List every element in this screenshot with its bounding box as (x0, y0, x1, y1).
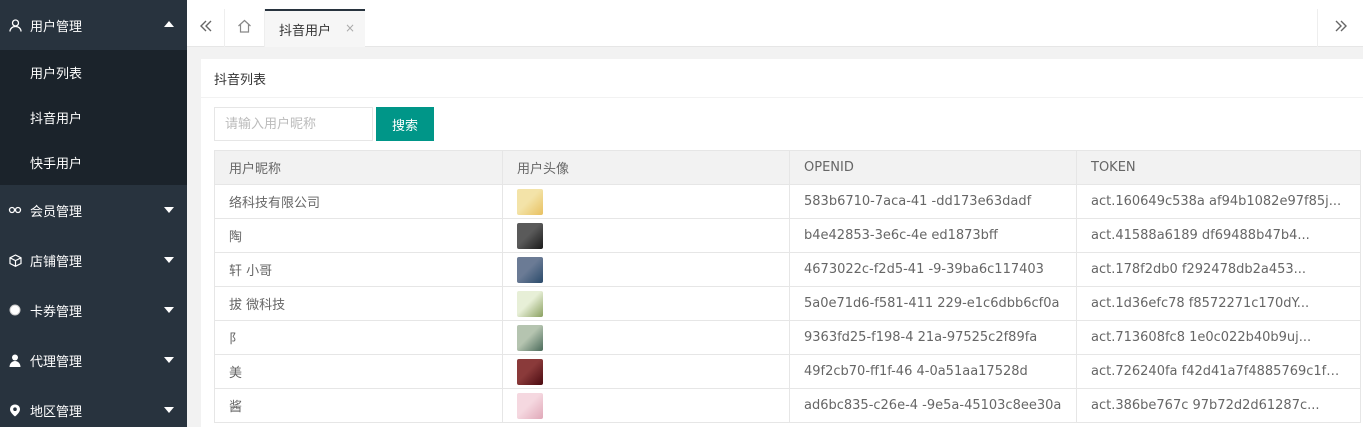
card-title: 抖音列表 (201, 59, 1363, 98)
home-icon (237, 19, 252, 37)
table-row[interactable]: 络科技有限公司 583b6710-7aca-41 -dd173e63dadf act… (214, 184, 1361, 219)
caret-down-icon (164, 307, 174, 313)
nav-group-label: 用户管理 (30, 19, 83, 35)
column-header-openid[interactable]: OPENID (789, 150, 1077, 185)
column-header-avatar[interactable]: 用户头像 (502, 150, 790, 185)
cell-nickname: 络科技有限公司 (214, 184, 503, 219)
cell-nickname: 轩 小哥 (214, 252, 503, 287)
cell-openid: 583b6710-7aca-41 -dd173e63dadf (789, 184, 1077, 219)
column-header-token[interactable]: TOKEN (1076, 150, 1361, 185)
cell-nickname: 美 (214, 354, 503, 389)
table-row[interactable]: 轩 小哥 4673022c-f2d5-41 -9-39ba6c117403 act.… (214, 252, 1361, 287)
nav-group-user-management[interactable]: 用户管理 (0, 0, 187, 50)
cell-nickname: 陶 (214, 218, 503, 253)
cell-avatar (502, 252, 790, 287)
cell-avatar (502, 388, 790, 423)
cell-token: act.178f2db0 f292478db2a453... (1076, 252, 1361, 287)
avatar (517, 188, 543, 215)
table-row[interactable]: 酱 ad6bc835-c26e-4 -9e5a-45103c8ee30a act.3… (214, 388, 1361, 423)
nav-group-member-management[interactable]: 会员管理 (0, 185, 187, 235)
search-button[interactable]: 搜索 (376, 107, 434, 141)
avatar (517, 256, 543, 283)
cell-openid: ad6bc835-c26e-4 -9e5a-45103c8ee30a (789, 388, 1077, 423)
nav-group-label: 卡券管理 (30, 304, 83, 320)
cell-openid: b4e42853-3e6c-4e ed1873bff (789, 218, 1077, 253)
caret-down-icon (164, 207, 174, 213)
douyin-users-table: 用户昵称 用户头像 OPENID TOKEN 络科技有限公司 583b6710-7… (214, 150, 1361, 423)
caret-down-icon (164, 357, 174, 363)
nav-group-agent-management[interactable]: 代理管理 (0, 335, 187, 385)
table-row[interactable]: 陶 b4e42853-3e6c-4e ed1873bff act.41588a618… (214, 218, 1361, 253)
sidebar: 用户管理 用户列表 抖音用户 快手用户 会员管理 店铺管理 卡券管理 代理管理 (0, 0, 187, 427)
nav-group-region-management[interactable]: 地区管理 (0, 385, 187, 427)
cell-token: act.1d36efc78 f8572271c170dY... (1076, 286, 1361, 321)
nickname-search-input[interactable] (214, 107, 373, 141)
cube-icon (8, 253, 22, 267)
cell-token: act.386be767c 97b72d2d61287c... (1076, 388, 1361, 423)
cell-avatar (502, 286, 790, 321)
column-header-nickname[interactable]: 用户昵称 (214, 150, 503, 185)
cell-openid: 5a0e71d6-f581-411 229-e1c6dbb6cf0a (789, 286, 1077, 321)
avatar (517, 358, 543, 385)
user-icon (8, 18, 22, 32)
avatar (517, 290, 543, 317)
cell-token: act.726240fa f42d41a7f4885769c1fU... (1076, 354, 1361, 389)
caret-down-icon (164, 257, 174, 263)
double-chevron-right-icon (1334, 19, 1348, 37)
nav-group-label: 代理管理 (30, 354, 83, 370)
avatar (517, 324, 543, 351)
caret-down-icon (164, 407, 174, 413)
avatar (517, 222, 543, 249)
sidebar-item-kuaishou-users[interactable]: 快手用户 (0, 140, 187, 185)
location-icon (8, 403, 22, 417)
double-chevron-left-icon (199, 19, 213, 37)
cell-avatar (502, 218, 790, 253)
cell-token: act.160649c538a af94b1082e97f85j... (1076, 184, 1361, 219)
cell-token: act.713608fc8 1e0c022b40b9uj... (1076, 320, 1361, 355)
tab-bar: 抖音用户 × (187, 0, 1363, 47)
table-row[interactable]: 美 49f2cb70-ff1f-46 4-0a51aa17528d act.7262… (214, 354, 1361, 389)
cell-openid: 49f2cb70-ff1f-46 4-0a51aa17528d (789, 354, 1077, 389)
cell-nickname: 拔 微科技 (214, 286, 503, 321)
nav-group-store-management[interactable]: 店铺管理 (0, 235, 187, 285)
nav-group-label: 店铺管理 (30, 254, 83, 270)
table-row[interactable]: 阝 9363fd25-f198-4 21a-97525c2f89fa act.713… (214, 320, 1361, 355)
cell-nickname: 阝 (214, 320, 503, 355)
cell-openid: 9363fd25-f198-4 21a-97525c2f89fa (789, 320, 1077, 355)
sidebar-item-douyin-users[interactable]: 抖音用户 (0, 95, 187, 140)
table-row[interactable]: 拔 微科技 5a0e71d6-f581-411 229-e1c6dbb6cf0a a… (214, 286, 1361, 321)
nav-group-coupon-management[interactable]: 卡券管理 (0, 285, 187, 335)
content-card: 抖音列表 搜索 用户昵称 用户头像 OPENID TOKEN 络科技有限公司 58… (201, 59, 1363, 427)
nav-group-label: 会员管理 (30, 204, 83, 220)
nav-group-label: 地区管理 (30, 404, 83, 420)
tab-douyin-users[interactable]: 抖音用户 × (265, 9, 365, 47)
cell-avatar (502, 354, 790, 389)
tab-label: 抖音用户 (279, 23, 332, 39)
link-icon (8, 203, 22, 217)
cell-avatar (502, 184, 790, 219)
caret-up-icon (164, 21, 174, 27)
avatar (517, 392, 543, 419)
close-icon[interactable]: × (345, 21, 355, 35)
sidebar-item-user-list[interactable]: 用户列表 (0, 50, 187, 95)
tab-home-button[interactable] (225, 9, 265, 47)
cell-token: act.41588a6189 df69488b47b4... (1076, 218, 1361, 253)
cell-openid: 4673022c-f2d5-41 -9-39ba6c117403 (789, 252, 1077, 287)
tab-scroll-right-button[interactable] (1317, 9, 1363, 47)
submenu-user-management: 用户列表 抖音用户 快手用户 (0, 50, 187, 185)
circle-icon (8, 303, 22, 317)
cell-nickname: 酱 (214, 388, 503, 423)
person-icon (8, 353, 22, 367)
tab-scroll-left-button[interactable] (187, 9, 225, 47)
cell-avatar (502, 320, 790, 355)
table-header-row: 用户昵称 用户头像 OPENID TOKEN (214, 150, 1361, 185)
